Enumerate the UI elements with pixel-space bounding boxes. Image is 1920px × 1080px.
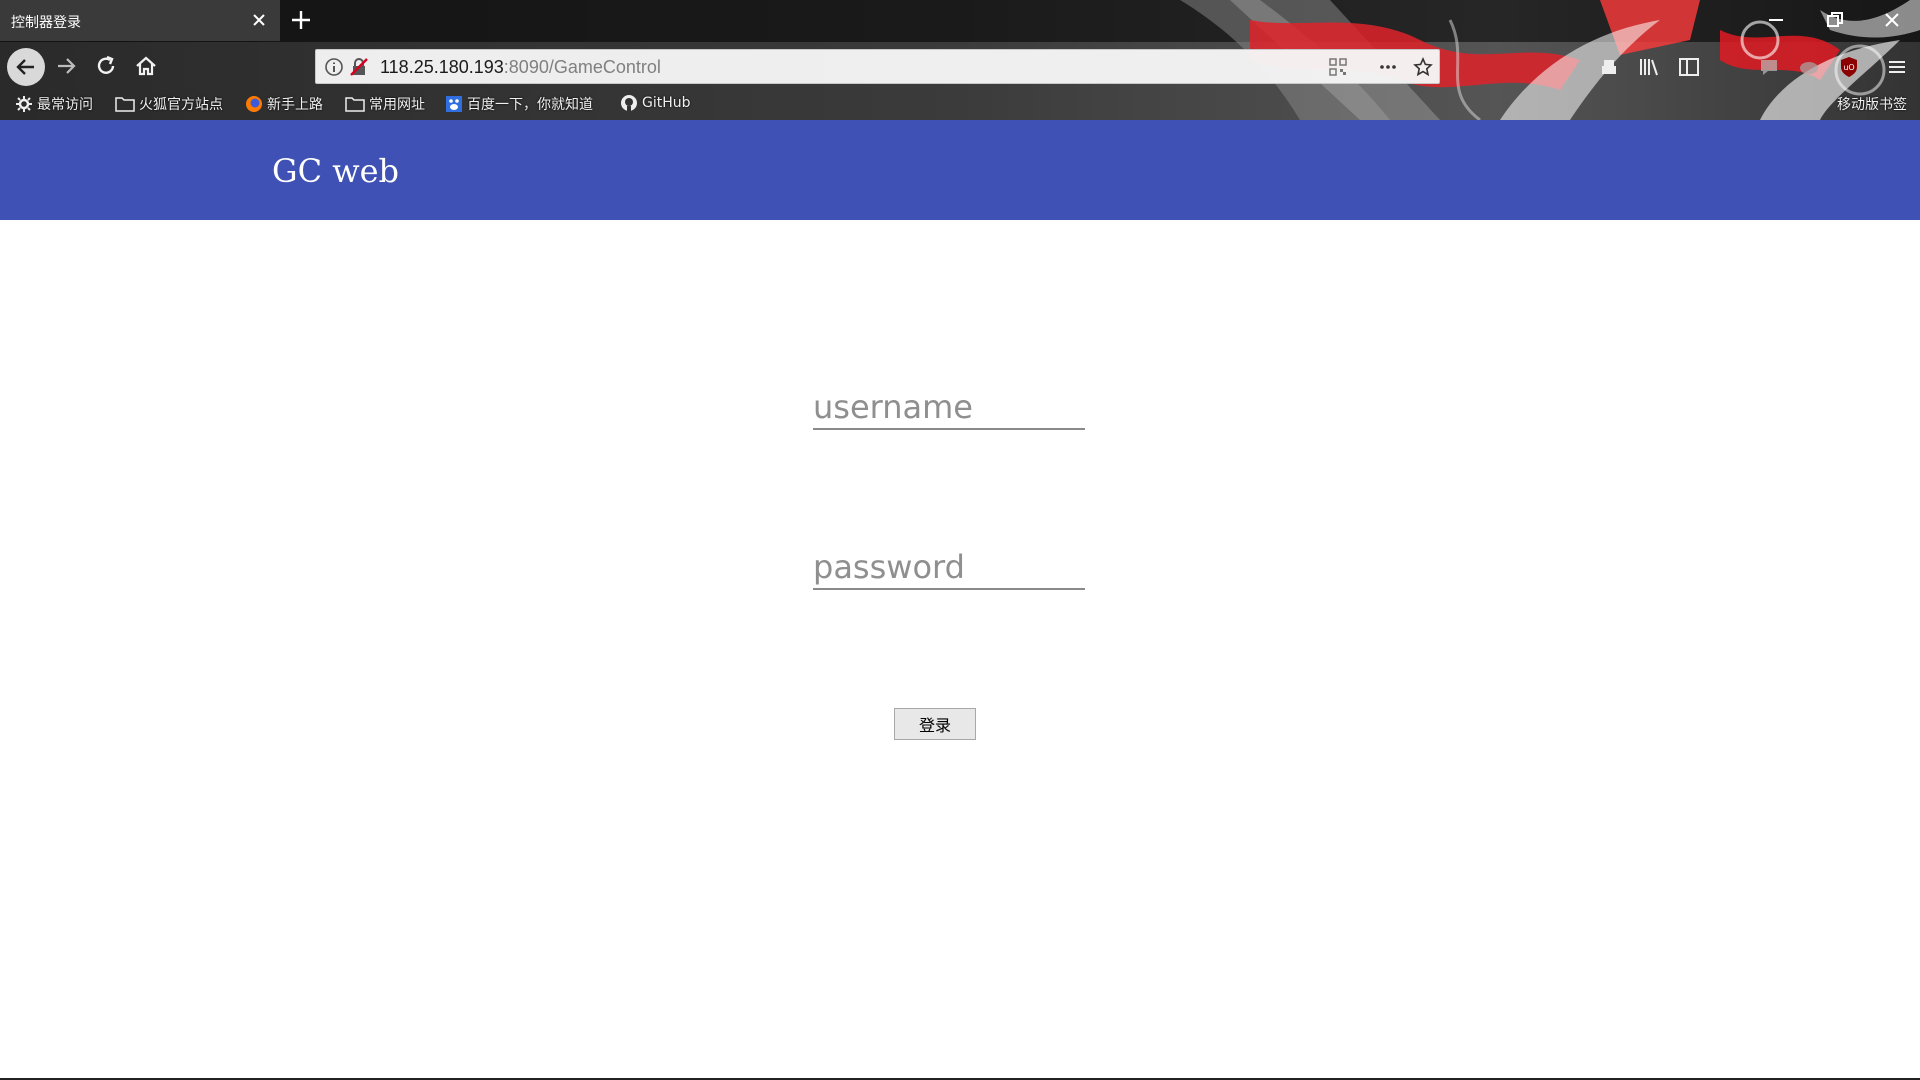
url-host: 118.25.180.193 xyxy=(380,57,504,77)
github-icon xyxy=(621,95,637,111)
firefox-icon xyxy=(246,96,262,112)
reload-icon xyxy=(97,55,115,74)
bookmark-common-sites[interactable]: 常用网址 xyxy=(345,94,425,114)
folder-icon xyxy=(115,97,135,112)
back-button[interactable] xyxy=(7,48,45,86)
bookmark-github[interactable]: GitHub xyxy=(620,94,691,112)
folder-icon xyxy=(345,97,365,112)
bookmark-label: GitHub xyxy=(642,95,691,111)
qr-code-icon[interactable] xyxy=(1328,57,1348,77)
new-tab-icon[interactable] xyxy=(290,9,312,31)
bookmarks-toolbar: 最常访问 火狐官方站点 新手上路 常用网址 百度一下，你就知道 GitHub 移… xyxy=(0,92,1920,116)
library-icon[interactable] xyxy=(1636,54,1662,80)
arrow-right-icon xyxy=(58,58,76,74)
home-button[interactable] xyxy=(130,50,162,82)
baidu-icon xyxy=(446,96,462,112)
address-bar[interactable]: 118.25.180.193:8090/GameControl xyxy=(315,49,1440,84)
more-actions-icon[interactable] xyxy=(1378,57,1398,77)
gear-icon xyxy=(16,96,32,112)
bookmark-getting-started[interactable]: 新手上路 xyxy=(245,94,323,114)
password-input[interactable] xyxy=(813,550,1085,590)
sidebar-icon[interactable] xyxy=(1676,54,1702,80)
app-header: GC web xyxy=(0,120,1920,220)
bookmark-label: 最常访问 xyxy=(37,97,93,113)
bookmark-most-visited[interactable]: 最常访问 xyxy=(15,94,93,114)
bookmark-label: 新手上路 xyxy=(267,97,323,113)
insecure-lock-icon[interactable] xyxy=(349,57,369,77)
bookmark-label: 火狐官方站点 xyxy=(139,97,223,113)
mobile-bookmarks[interactable]: 移动版书签 xyxy=(1837,94,1907,114)
menu-icon[interactable] xyxy=(1884,54,1910,80)
url-text: 118.25.180.193:8090/GameControl xyxy=(380,57,661,78)
reload-button[interactable] xyxy=(90,50,122,82)
close-tab-icon[interactable] xyxy=(250,11,268,29)
web-page: GC web 登录 xyxy=(0,120,1920,1078)
ublock-shield-icon[interactable]: uO xyxy=(1836,54,1862,80)
bookmark-label: 百度一下，你就知道 xyxy=(467,97,593,113)
extension-icon[interactable] xyxy=(1596,54,1622,80)
info-icon[interactable] xyxy=(324,57,344,77)
bookmark-baidu[interactable]: 百度一下，你就知道 xyxy=(445,94,593,114)
url-path: :8090/GameControl xyxy=(503,57,661,77)
svg-text:uO: uO xyxy=(1843,63,1854,72)
app-title: GC web xyxy=(272,152,400,190)
home-icon xyxy=(136,56,156,76)
arrow-left-icon xyxy=(16,59,34,75)
cloud-icon[interactable] xyxy=(1796,54,1822,80)
chat-icon[interactable] xyxy=(1756,54,1782,80)
username-input[interactable] xyxy=(813,390,1085,430)
bookmark-firefox-site[interactable]: 火狐官方站点 xyxy=(115,94,223,114)
restore-window-icon[interactable] xyxy=(1825,10,1845,30)
bookmark-label: 常用网址 xyxy=(369,97,425,113)
minimize-window-icon[interactable] xyxy=(1766,10,1786,30)
forward-button[interactable] xyxy=(50,50,82,82)
browser-chrome: 控制器登录 118.25.180.193:8090/GameControl uO… xyxy=(0,0,1920,120)
active-tab[interactable]: 控制器登录 xyxy=(0,0,280,41)
close-window-icon[interactable] xyxy=(1882,10,1902,30)
login-button[interactable]: 登录 xyxy=(894,708,976,740)
bookmark-star-icon[interactable] xyxy=(1413,57,1433,77)
tab-title: 控制器登录 xyxy=(11,15,81,31)
